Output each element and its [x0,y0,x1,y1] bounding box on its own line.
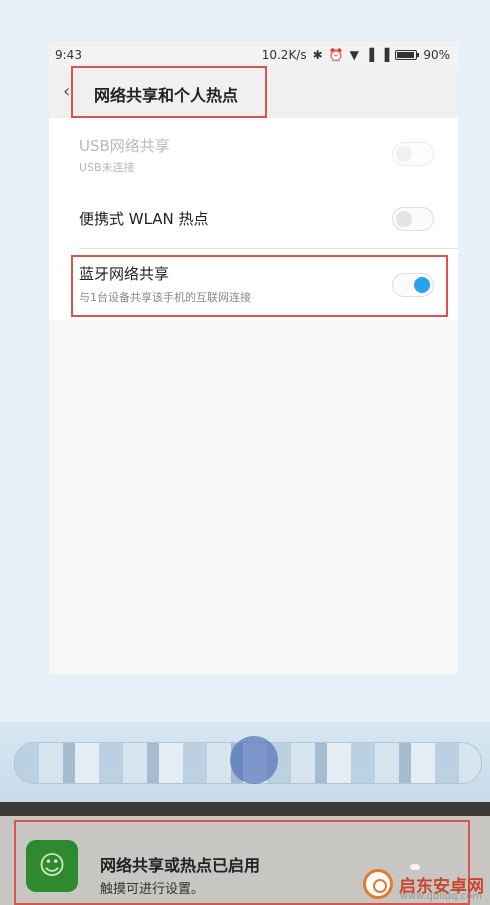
status-icons: 10.2K/s ✱ ⏰ ▼ ▐ ▐ 90% [262,48,450,62]
battery-icon [395,50,420,60]
watermark: 启东安卓网 www.qdlldq.com [363,869,484,902]
notification-panel: ☺ 网络共享或热点已启用 触摸可进行设置。 启东安卓网 www.qdlldq.c… [0,802,490,905]
status-time: 9:43 [55,48,82,62]
alarm-icon: ⏰ [328,48,344,62]
bluetooth-highlight-box [71,255,448,317]
watermark-logo-icon [363,869,393,899]
blurred-bar [0,722,490,802]
setting-usb-tethering[interactable]: USB网络共享 USB未连接 [49,118,458,190]
setting-subtitle: USB未连接 [79,161,135,174]
wlan-hotspot-toggle[interactable] [392,207,434,231]
blurred-handle [230,736,278,784]
signal-icon: ▐ [364,48,375,62]
battery-percent: 90% [423,48,450,62]
bluetooth-icon: ✱ [312,48,323,62]
status-bar: 9:43 10.2K/s ✱ ⏰ ▼ ▐ ▐ 90% [49,42,458,68]
watermark-url: www.qdlldq.com [399,891,482,902]
usb-tethering-toggle[interactable] [392,142,434,166]
toggle-knob [396,211,412,227]
net-speed: 10.2K/s [261,48,307,62]
toggle-knob [396,146,412,162]
wifi-icon: ▼ [349,48,359,62]
signal-icon: ▐ [380,48,390,62]
back-arrow-icon[interactable]: ‹ [63,81,70,102]
setting-title: USB网络共享 [79,137,170,155]
setting-title: 便携式 WLAN 热点 [79,210,209,228]
title-highlight-box [71,66,267,118]
setting-wlan-hotspot[interactable]: 便携式 WLAN 热点 [49,190,458,248]
phone-screen: 9:43 10.2K/s ✱ ⏰ ▼ ▐ ▐ 90% ‹ 网络共享和个人热点 U… [49,42,458,674]
